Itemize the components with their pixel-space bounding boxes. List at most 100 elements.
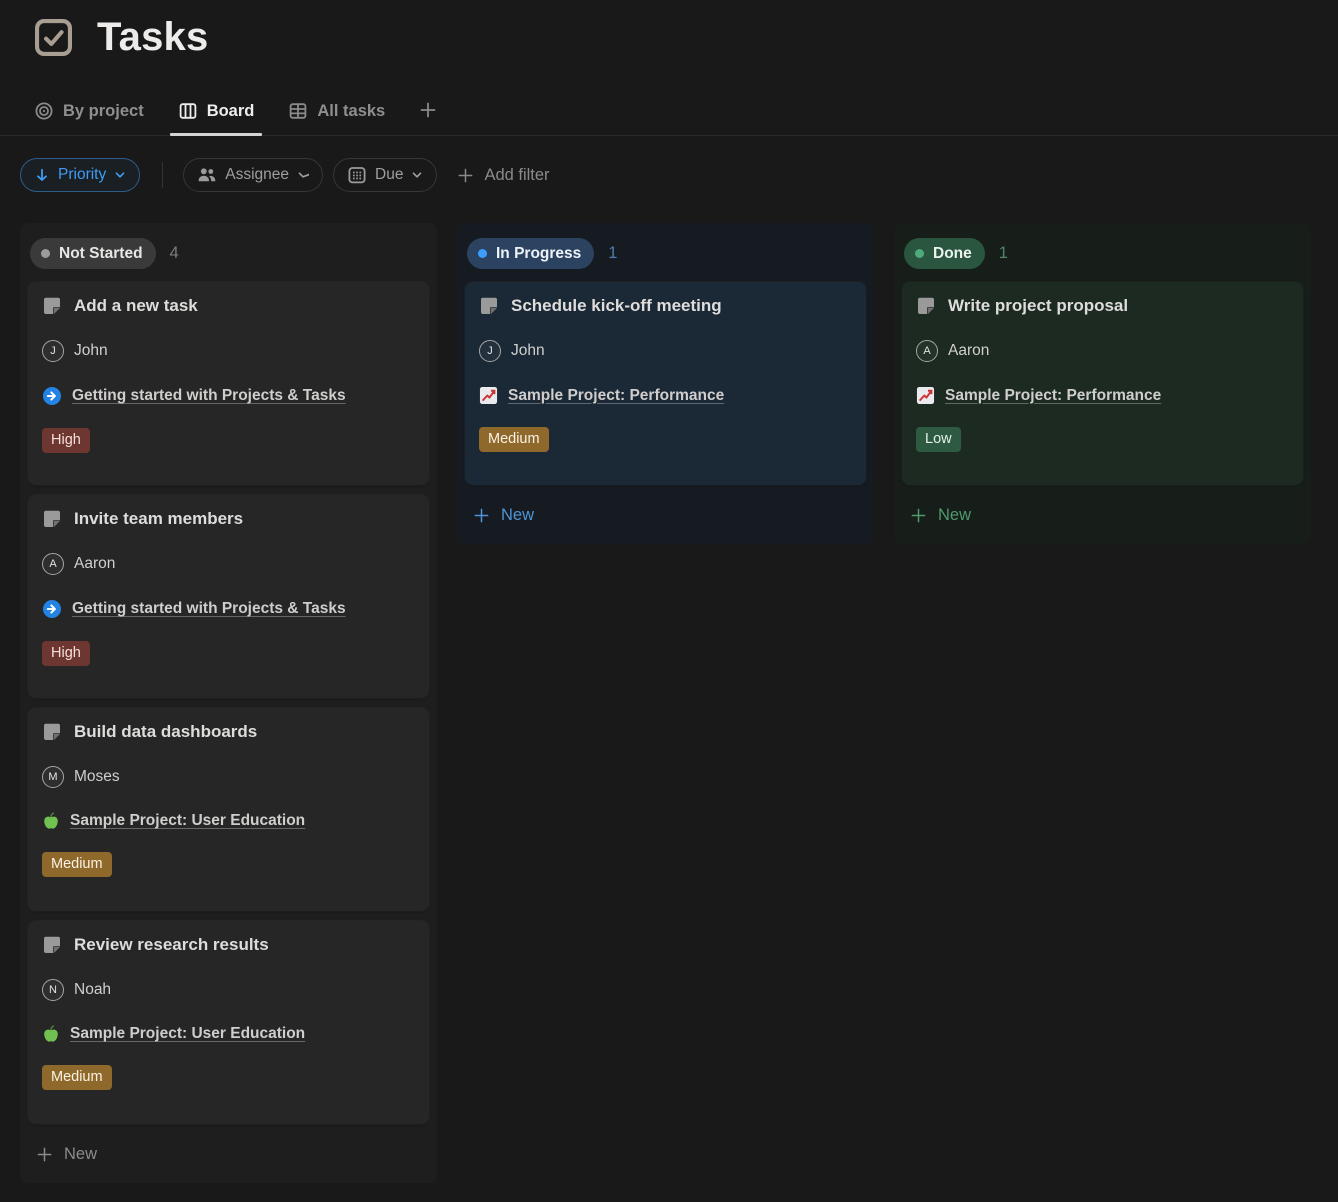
- status-dot-icon: [478, 249, 487, 258]
- status-dot-icon: [915, 249, 924, 258]
- avatar: N: [42, 979, 64, 1001]
- column-card-count: 1: [999, 244, 1008, 263]
- task-assignee-row: J John: [42, 340, 415, 362]
- board-column-not-started: Not Started 4 Add a new task J John Gett…: [20, 223, 437, 1183]
- task-title: Review research results: [74, 935, 269, 955]
- task-tag-row: High: [42, 428, 415, 453]
- task-title-row: Write project proposal: [916, 296, 1289, 316]
- table-icon: [288, 101, 308, 121]
- task-title-row: Invite team members: [42, 509, 415, 529]
- priority-tag[interactable]: High: [42, 641, 90, 666]
- plus-icon: [910, 507, 927, 524]
- due-filter-button[interactable]: Due: [333, 158, 437, 192]
- task-tag-row: Medium: [42, 1065, 415, 1090]
- task-title: Build data dashboards: [74, 722, 257, 742]
- project-link[interactable]: Getting started with Projects & Tasks: [72, 387, 346, 405]
- page-header: Tasks: [0, 0, 1338, 61]
- project-link[interactable]: Sample Project: Performance: [945, 387, 1161, 405]
- avatar-initial: M: [48, 771, 57, 783]
- assignee-name: John: [511, 342, 545, 360]
- new-card-label: New: [64, 1145, 97, 1164]
- new-card-label: New: [501, 506, 534, 525]
- project-link[interactable]: Sample Project: User Education: [70, 1025, 305, 1043]
- task-tag-row: Low: [916, 427, 1289, 452]
- task-assignee-row: A Aaron: [42, 553, 415, 575]
- project-link[interactable]: Getting started with Projects & Tasks: [72, 600, 346, 618]
- column-cards: Add a new task J John Getting started wi…: [28, 282, 429, 1124]
- column-status-label: Done: [933, 245, 972, 263]
- task-title-row: Review research results: [42, 935, 415, 955]
- task-card[interactable]: Schedule kick-off meeting J John Sample …: [465, 282, 866, 485]
- new-card-button[interactable]: New: [465, 495, 866, 534]
- arrow-down-icon: [34, 167, 50, 183]
- task-project-row: Sample Project: User Education: [42, 812, 415, 830]
- column-header: In Progress 1: [465, 231, 866, 282]
- task-card[interactable]: Invite team members A Aaron Getting star…: [28, 495, 429, 698]
- task-assignee-row: M Moses: [42, 766, 415, 788]
- chevron-down-icon: [297, 169, 309, 181]
- tab-by-project[interactable]: By project: [32, 97, 146, 135]
- arrow-circle-icon: [42, 386, 62, 406]
- column-status-pill[interactable]: Not Started: [30, 238, 156, 269]
- add-filter-button[interactable]: Add filter: [457, 166, 549, 185]
- priority-tag[interactable]: High: [42, 428, 90, 453]
- task-project-row: Sample Project: Performance: [916, 386, 1289, 405]
- priority-tag[interactable]: Medium: [479, 427, 549, 452]
- priority-tag[interactable]: Low: [916, 427, 961, 452]
- new-card-label: New: [938, 506, 971, 525]
- column-status-pill[interactable]: Done: [904, 238, 985, 269]
- column-status-label: In Progress: [496, 245, 581, 263]
- task-project-row: Getting started with Projects & Tasks: [42, 386, 415, 406]
- status-dot-icon: [41, 249, 50, 258]
- column-header: Not Started 4: [28, 231, 429, 282]
- board-icon: [178, 101, 198, 121]
- new-card-button[interactable]: New: [28, 1134, 429, 1173]
- column-cards: Write project proposal A Aaron Sample Pr…: [902, 282, 1303, 485]
- project-link[interactable]: Sample Project: Performance: [508, 387, 724, 405]
- avatar-initial: N: [49, 984, 57, 996]
- avatar: J: [42, 340, 64, 362]
- task-project-row: Getting started with Projects & Tasks: [42, 599, 415, 619]
- column-status-label: Not Started: [59, 245, 143, 263]
- task-title: Write project proposal: [948, 296, 1128, 316]
- priority-sort-button[interactable]: Priority: [20, 158, 140, 192]
- people-icon: [197, 165, 217, 185]
- sort-label: Priority: [58, 166, 106, 184]
- assignee-filter-button[interactable]: Assignee: [183, 158, 323, 192]
- task-tag-row: Medium: [42, 852, 415, 877]
- task-title-row: Schedule kick-off meeting: [479, 296, 852, 316]
- board-column-done: Done 1 Write project proposal A Aaron Sa…: [894, 223, 1311, 544]
- priority-tag[interactable]: Medium: [42, 852, 112, 877]
- column-card-count: 4: [170, 244, 179, 263]
- avatar-initial: A: [923, 345, 930, 357]
- tab-all-tasks[interactable]: All tasks: [286, 97, 387, 135]
- new-card-button[interactable]: New: [902, 495, 1303, 534]
- task-assignee-row: N Noah: [42, 979, 415, 1001]
- tab-label: By project: [63, 102, 144, 121]
- column-card-count: 1: [608, 244, 617, 263]
- toolbar-divider: [162, 162, 163, 188]
- green-apple-icon: [42, 1025, 60, 1043]
- assignee-name: John: [74, 342, 108, 360]
- add-view-button[interactable]: [417, 97, 439, 135]
- assignee-name: Aaron: [74, 555, 115, 573]
- task-card[interactable]: Add a new task J John Getting started wi…: [28, 282, 429, 485]
- task-card[interactable]: Review research results N Noah Sample Pr…: [28, 921, 429, 1124]
- page-icon: [42, 509, 62, 529]
- page-icon: [42, 935, 62, 955]
- tab-label: Board: [207, 102, 255, 121]
- task-title-row: Add a new task: [42, 296, 415, 316]
- column-header: Done 1: [902, 231, 1303, 282]
- kanban-board: Not Started 4 Add a new task J John Gett…: [0, 223, 1338, 1183]
- chart-increasing-icon: [916, 386, 935, 405]
- priority-tag[interactable]: Medium: [42, 1065, 112, 1090]
- task-card[interactable]: Build data dashboards M Moses Sample Pro…: [28, 708, 429, 911]
- column-status-pill[interactable]: In Progress: [467, 238, 594, 269]
- project-link[interactable]: Sample Project: User Education: [70, 812, 305, 830]
- column-cards: Schedule kick-off meeting J John Sample …: [465, 282, 866, 485]
- task-card[interactable]: Write project proposal A Aaron Sample Pr…: [902, 282, 1303, 485]
- tab-board[interactable]: Board: [176, 97, 257, 135]
- task-assignee-row: A Aaron: [916, 340, 1289, 362]
- page-icon: [42, 722, 62, 742]
- task-tag-row: High: [42, 641, 415, 666]
